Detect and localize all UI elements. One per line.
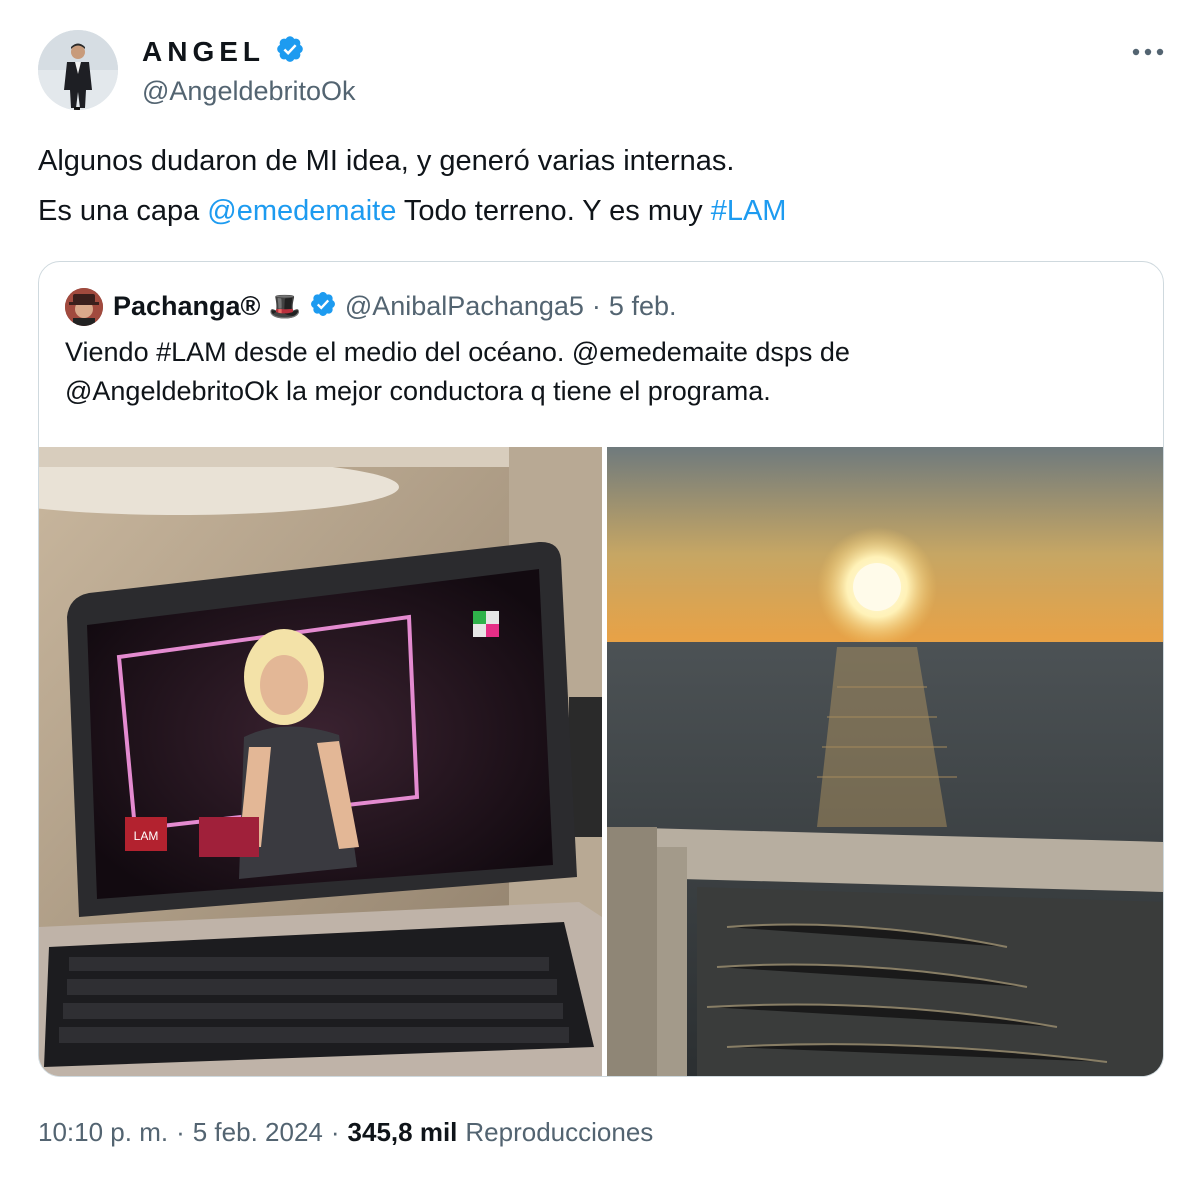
tweet-text-prefix: Es una capa <box>38 195 208 227</box>
verified-badge-icon <box>275 34 305 69</box>
tweet-metadata: 10:10 p. m. · 5 feb. 2024 · 345,8 mil Re… <box>38 1117 653 1148</box>
tweet-time[interactable]: 10:10 p. m. <box>38 1117 168 1148</box>
tweet-card: ANGEL @AngeldebritoOk Algunos dudaron de… <box>0 0 1200 1187</box>
separator-dot: · <box>176 1117 185 1147</box>
quoted-author-name[interactable]: Pachanga® <box>113 291 260 322</box>
quoted-date[interactable]: 5 feb. <box>609 291 677 322</box>
tweet-date[interactable]: 5 feb. 2024 <box>193 1117 323 1148</box>
tweet-text-line-1: Algunos dudaron de MI idea, y generó var… <box>38 145 735 177</box>
quoted-tweet[interactable]: Pachanga® 🎩 @AnibalPachanga5 · 5 feb. Vi… <box>38 261 1164 1077</box>
separator-dot: · <box>330 1117 340 1147</box>
top-hat-emoji: 🎩 <box>268 291 301 321</box>
separator-dot: · <box>591 291 601 321</box>
author-handle[interactable]: @AngeldebritoOk <box>142 76 356 107</box>
quoted-image-sunset[interactable] <box>607 447 1163 1076</box>
tweet-text-line-2: Es una capa @emedemaite Todo terreno. Y … <box>38 195 786 228</box>
svg-text:LAM: LAM <box>134 829 159 843</box>
more-options-icon[interactable] <box>1128 40 1168 64</box>
quoted-text-line-2: @AngeldebritoOk la mejor conductora q ti… <box>65 376 771 406</box>
author-avatar[interactable] <box>38 30 118 110</box>
quoted-image-laptop[interactable]: LAM <box>39 447 602 1076</box>
views-count[interactable]: 345,8 mil <box>348 1117 458 1148</box>
quoted-author-handle[interactable]: @AnibalPachanga5 <box>345 291 584 322</box>
hashtag-link[interactable]: #LAM <box>711 195 787 227</box>
tweet-text-middle: Todo terreno. Y es muy <box>396 195 711 227</box>
author-name[interactable]: ANGEL <box>142 36 265 68</box>
views-label[interactable]: Reproducciones <box>465 1117 653 1148</box>
quoted-text-line-1: Viendo #LAM desde el medio del océano. @… <box>65 337 850 367</box>
mention-link[interactable]: @emedemaite <box>207 195 396 227</box>
quoted-author-avatar[interactable] <box>65 288 103 326</box>
quoted-header: Pachanga® 🎩 @AnibalPachanga5 · 5 feb. <box>113 290 676 323</box>
verified-badge-icon <box>309 290 337 323</box>
author-name-row: ANGEL <box>142 34 305 69</box>
